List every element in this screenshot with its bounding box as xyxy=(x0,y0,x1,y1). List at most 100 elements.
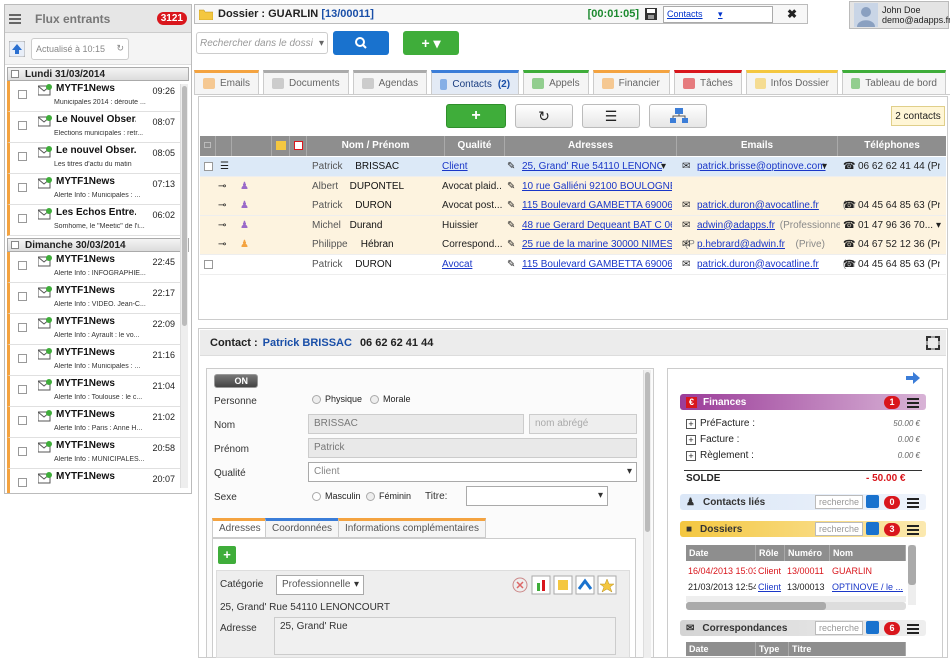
adresse-field[interactable]: 25, Grand' Rue xyxy=(274,617,616,655)
correspondances-column[interactable]: Titre xyxy=(789,642,906,656)
dossiers-cell[interactable]: OPTINOVE / le ... xyxy=(832,579,906,595)
finance-row[interactable]: + Règlement : 0.00 € xyxy=(686,450,920,461)
chevron-down-icon[interactable]: ▾ xyxy=(661,157,666,176)
subtab-coordonnees[interactable]: Coordonnées xyxy=(265,518,340,538)
dossiers-cell[interactable]: Client xyxy=(758,563,785,579)
radio-masculin[interactable]: Masculin xyxy=(312,491,361,501)
dossiers-menu-icon[interactable] xyxy=(907,523,919,535)
tab-documents[interactable]: Documents xyxy=(263,70,349,94)
quality[interactable]: Avocat xyxy=(442,255,502,274)
dossiers-hscroll[interactable] xyxy=(686,602,906,610)
feed-checkbox[interactable] xyxy=(18,478,27,487)
phone-number[interactable]: 04 45 64 85 63 (Pr xyxy=(858,196,940,215)
column-quality[interactable]: Qualité xyxy=(445,136,505,156)
search-button[interactable] xyxy=(333,31,389,55)
contacts-menu-button[interactable]: ☰ xyxy=(582,104,640,128)
feed-checkbox[interactable] xyxy=(18,385,27,394)
feed-item[interactable]: MYTF1News 20:58 Alerte Info : MUNICIPALES.… xyxy=(7,438,181,469)
table-row[interactable]: ⊸ ♟ Albert DUPONTEL Avocat plaid... ✎ 10 rue G… xyxy=(200,176,946,197)
feed-item[interactable]: MYTF1News 21:16 Alerte Info : Municipales … xyxy=(7,345,181,376)
address-link[interactable]: 25, Grand' Rue 54110 LENONCOURT xyxy=(522,157,662,176)
radio-physique[interactable]: Physique xyxy=(312,394,362,404)
email-link[interactable]: adwin@adapps.fr xyxy=(697,216,775,235)
dossiers-cell[interactable]: Client xyxy=(758,579,785,595)
dossiers-column[interactable]: Nom xyxy=(830,545,906,561)
refresh-contacts-button[interactable]: ↻ xyxy=(515,104,573,128)
feed-item[interactable]: MYTF1News 20:07 xyxy=(7,469,181,493)
search-icon[interactable] xyxy=(866,522,879,535)
address-link[interactable]: 25 rue de la marine 30000 NIMES xyxy=(522,235,672,254)
correspondances-column[interactable]: Type xyxy=(756,642,789,656)
categorie-select[interactable]: Professionnelle xyxy=(276,575,364,595)
feed-item[interactable]: MYTF1News 21:02 Alerte Info : Paris : Anne… xyxy=(7,407,181,438)
nom-abrege-field[interactable]: nom abrégé xyxy=(529,414,637,434)
search-icon[interactable] xyxy=(866,621,879,634)
tab-tableau-de-bord[interactable]: Tableau de bord xyxy=(842,70,946,94)
feed-item[interactable]: Les Echos Entre... 06:02 Somhome, le "Meet… xyxy=(7,205,181,236)
email-link[interactable]: patrick.brisse@optinove.com xyxy=(697,157,826,176)
feed-item[interactable]: MYTF1News 21:04 Alerte Info : Toulouse : l… xyxy=(7,376,181,407)
finance-row[interactable]: + PréFacture : 50.00 € xyxy=(686,418,920,429)
select-all-checkbox[interactable]: □ xyxy=(200,136,216,156)
table-row[interactable]: ☰ Patrick BRISSAC Client ✎ 25, Grand' Rue 541… xyxy=(200,157,946,177)
address-link[interactable]: 115 Boulevard GAMBETTA 69006 LY... xyxy=(522,255,672,274)
tab-infos-dossier[interactable]: Infos Dossier xyxy=(746,70,838,94)
correspondances-menu-icon[interactable] xyxy=(907,622,919,634)
feed-checkbox[interactable] xyxy=(18,121,27,130)
tab-emails[interactable]: Emails xyxy=(194,70,260,94)
save-icon[interactable] xyxy=(645,8,657,20)
expand-plus-icon[interactable]: + xyxy=(686,450,696,461)
feed-checkbox[interactable] xyxy=(18,152,27,161)
feed-checkbox[interactable] xyxy=(18,183,27,192)
dossiers-vscroll[interactable] xyxy=(908,545,916,605)
dossiers-column[interactable]: Rôle xyxy=(756,545,785,561)
day-header[interactable]: Dimanche 30/03/2014 xyxy=(7,238,189,252)
chevron-down-icon[interactable]: ▾ xyxy=(822,157,827,176)
feed-checkbox[interactable] xyxy=(18,323,27,332)
tab-contacts[interactable]: Contacts (2) xyxy=(431,70,520,95)
phone-number[interactable]: 06 62 62 41 44 (Pr xyxy=(858,157,940,176)
email-link[interactable]: patrick.duron@avocatline.fr xyxy=(697,255,819,274)
phone-number[interactable]: 04 67 52 12 36 (Pr xyxy=(858,235,940,254)
day-header[interactable]: Lundi 31/03/2014 xyxy=(7,67,189,81)
column-name[interactable]: Nom / Prénom xyxy=(307,136,445,156)
feed-item[interactable]: Le nouvel Obser... 08:05 Les titres d'actu… xyxy=(7,143,181,174)
add-address-button[interactable]: + xyxy=(218,546,236,564)
finance-row[interactable]: + Facture : 0.00 € xyxy=(686,434,920,445)
quality[interactable]: Client xyxy=(442,157,502,176)
tab-appels[interactable]: Appels xyxy=(523,70,589,94)
table-row[interactable]: ⊸ ♟ Philippe Hébran Correspond... ✎ 25 rue de … xyxy=(200,235,946,255)
radio-morale[interactable]: Morale xyxy=(370,394,411,404)
menu-icon[interactable] xyxy=(9,13,21,24)
prenom-field[interactable]: Patrick xyxy=(308,438,637,458)
dossiers-search[interactable]: recherche xyxy=(815,522,863,536)
dossiers-column[interactable]: Date xyxy=(686,545,756,561)
feed-checkbox[interactable] xyxy=(18,261,27,270)
up-arrow-icon[interactable] xyxy=(9,40,25,57)
dossiers-column[interactable]: Numéro xyxy=(785,545,830,561)
linked-contacts-search[interactable]: recherche xyxy=(815,495,863,509)
chevron-down-icon[interactable]: ▾ xyxy=(936,216,941,235)
dossier-code[interactable]: [13/00011] xyxy=(321,8,374,20)
address-link[interactable]: 48 rue Gerard Dequeant BAT C 060... xyxy=(522,216,672,235)
dossiers-cell[interactable]: GUARLIN xyxy=(832,563,906,579)
day-checkbox[interactable] xyxy=(11,70,19,78)
subtab-adresses[interactable]: Adresses xyxy=(212,518,268,538)
feed-checkbox[interactable] xyxy=(18,292,27,301)
feed-checkbox[interactable] xyxy=(18,354,27,363)
view-select[interactable]: Contacts ▾ xyxy=(663,5,773,23)
row-checkbox[interactable] xyxy=(204,255,213,274)
active-toggle[interactable]: ON xyxy=(214,374,258,388)
column-phones[interactable]: Téléphones xyxy=(838,136,946,156)
qualite-select[interactable]: Client xyxy=(308,462,637,482)
correspondances-search[interactable]: recherche xyxy=(815,621,863,635)
phone-number[interactable]: 04 45 64 85 63 (Pr xyxy=(858,255,940,274)
feed-item[interactable]: Le Nouvel Obser... 08:07 Elections municip… xyxy=(7,112,181,143)
feed-item[interactable]: MYTF1News 22:17 Alerte Info : VIDEO. Jean-… xyxy=(7,283,181,314)
close-icon[interactable]: ✖ xyxy=(781,7,803,21)
expand-plus-icon[interactable]: + xyxy=(686,434,696,445)
address-link[interactable]: 115 Boulevard GAMBETTA 69006 LY... xyxy=(522,196,672,215)
row-menu-icon[interactable]: ☰ xyxy=(220,157,229,176)
radio-feminin[interactable]: Féminin xyxy=(366,491,411,501)
table-row[interactable]: ⊸ ♟ Patrick DURON Avocat post... ✎ 115 Bouleva… xyxy=(200,196,946,216)
